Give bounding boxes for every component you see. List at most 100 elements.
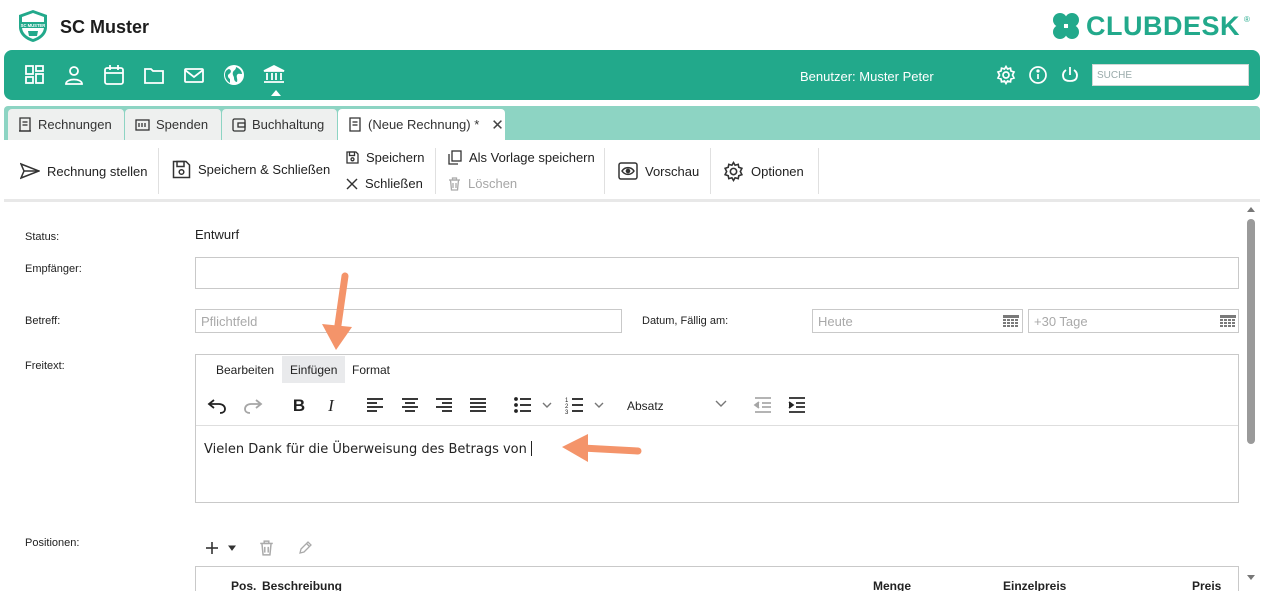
column-header-price[interactable]: Preis	[1192, 579, 1221, 591]
send-icon	[20, 162, 40, 180]
bank-icon[interactable]	[262, 64, 285, 86]
preview-label: Vorschau	[645, 163, 700, 179]
scroll-up-arrow	[1247, 207, 1255, 212]
positions-label: Positionen:	[25, 537, 80, 549]
justify-icon[interactable]	[467, 394, 489, 416]
calendar-picker-icon[interactable]	[1220, 315, 1236, 329]
save-icon	[172, 160, 191, 179]
align-right-icon[interactable]	[433, 394, 455, 416]
mail-icon[interactable]	[183, 64, 205, 86]
subject-label: Betreff:	[25, 315, 61, 327]
search-input[interactable]	[1092, 64, 1249, 86]
bold-icon[interactable]: B	[288, 394, 310, 416]
save-close-label: Speichern & Schließen	[198, 162, 331, 177]
svg-text:B: B	[293, 396, 305, 415]
rich-text-editor: Bearbeiten Einfügen Format B I 1 2 3 Abs…	[195, 354, 1239, 503]
issue-invoice-label: Rechnung stellen	[47, 163, 148, 179]
tab-rechnungen[interactable]: Rechnungen	[8, 109, 124, 140]
column-header-description[interactable]: Beschreibung	[262, 579, 342, 591]
calendar-picker-icon[interactable]	[1003, 315, 1019, 329]
due-date-input[interactable]	[1028, 309, 1239, 333]
close-button[interactable]: Schließen	[346, 176, 423, 191]
menu-einfuegen[interactable]: Einfügen	[282, 356, 346, 383]
delete-position-icon[interactable]	[259, 540, 274, 556]
svg-text:SC MUSTER: SC MUSTER	[21, 23, 46, 28]
club-logo: SC MUSTER	[16, 9, 50, 43]
freetext-label: Freitext:	[25, 360, 65, 372]
info-icon[interactable]	[1028, 65, 1048, 85]
column-header-pos[interactable]: Pos.	[231, 579, 256, 591]
invoice-icon	[349, 117, 361, 132]
options-button[interactable]: Optionen	[723, 161, 804, 182]
status-label: Status:	[25, 231, 60, 243]
tab-buchhaltung[interactable]: Buchhaltung	[222, 109, 337, 140]
block-format-select[interactable]: Absatz	[627, 399, 664, 413]
toolbar-divider	[158, 148, 159, 194]
outdent-icon[interactable]	[752, 394, 774, 416]
editor-content[interactable]: Vielen Dank für die Überweisung des Betr…	[204, 441, 532, 457]
annotation-arrow-left	[558, 430, 644, 466]
undo-icon[interactable]	[206, 394, 228, 416]
globe-icon[interactable]	[223, 64, 245, 86]
svg-text:I: I	[327, 396, 335, 415]
editor-text: Vielen Dank für die Überweisung des Betr…	[204, 442, 527, 457]
date-input[interactable]	[812, 309, 1023, 333]
options-label: Optionen	[751, 164, 804, 179]
toolbar-divider	[818, 148, 819, 194]
indent-icon[interactable]	[786, 394, 808, 416]
save-close-button[interactable]: Speichern & Schließen	[172, 160, 330, 179]
gear-icon	[723, 161, 744, 182]
tab-spenden[interactable]: Spenden	[125, 109, 221, 140]
text-caret	[530, 441, 532, 456]
column-header-quantity[interactable]: Menge	[873, 579, 911, 591]
club-name: SC Muster	[60, 17, 150, 37]
add-position-button[interactable]	[204, 539, 238, 557]
save-label: Speichern	[366, 150, 425, 165]
ledger-icon	[232, 117, 246, 132]
toolbar-divider	[435, 148, 436, 194]
menu-bearbeiten[interactable]: Bearbeiten	[208, 356, 282, 383]
issue-invoice-button[interactable]: Rechnung stellen	[20, 162, 147, 180]
save-template-button[interactable]: Als Vorlage speichern	[448, 150, 595, 165]
edit-position-icon[interactable]	[297, 540, 313, 556]
save-icon	[346, 151, 359, 164]
preview-icon	[618, 162, 638, 180]
recipient-label: Empfänger:	[25, 263, 82, 275]
tab-label: Spenden	[156, 117, 209, 132]
scrollbar-thumb[interactable]	[1247, 219, 1255, 444]
align-left-icon[interactable]	[364, 394, 386, 416]
close-tab-icon[interactable]: ✕	[491, 116, 504, 134]
copy-icon	[448, 150, 462, 165]
clubdesk-logo: CLUBDESK ®	[1050, 10, 1250, 42]
preview-button[interactable]: Vorschau	[618, 162, 699, 180]
donation-icon	[135, 118, 150, 131]
delete-label: Löschen	[468, 176, 518, 191]
power-icon[interactable]	[1060, 65, 1080, 85]
close-label: Schließen	[365, 176, 423, 191]
menu-format[interactable]: Format	[344, 356, 398, 383]
subject-input[interactable]	[195, 309, 622, 333]
align-center-icon[interactable]	[399, 394, 421, 416]
positions-table: Pos. Beschreibung Menge Einzelpreis Prei…	[195, 566, 1239, 591]
person-icon[interactable]	[63, 64, 85, 86]
dashboard-icon[interactable]	[24, 64, 46, 86]
svg-text:3: 3	[565, 410, 569, 416]
annotation-arrow-down	[316, 272, 360, 354]
delete-button[interactable]: Löschen	[448, 176, 517, 191]
numbered-list-icon[interactable]: 1 2 3	[564, 394, 610, 416]
settings-icon[interactable]	[996, 65, 1016, 85]
tab-label: Buchhaltung	[252, 117, 325, 132]
tab-bar: Rechnungen Spenden Buchhaltung (Neue Rec…	[4, 106, 1260, 140]
save-button[interactable]: Speichern	[346, 150, 425, 165]
column-header-unit-price[interactable]: Einzelpreis	[1003, 579, 1066, 591]
redo-icon[interactable]	[242, 394, 264, 416]
save-template-label: Als Vorlage speichern	[469, 150, 595, 165]
chevron-down-icon[interactable]	[714, 399, 728, 409]
folder-icon[interactable]	[143, 64, 165, 86]
clover-icon	[1053, 13, 1079, 39]
tab-neue-rechnung[interactable]: (Neue Rechnung) * ✕	[338, 109, 505, 140]
bullet-list-icon[interactable]	[512, 394, 558, 416]
italic-icon[interactable]: I	[320, 394, 342, 416]
current-user-label: Benutzer: Muster Peter	[800, 69, 934, 84]
calendar-icon[interactable]	[103, 64, 125, 86]
